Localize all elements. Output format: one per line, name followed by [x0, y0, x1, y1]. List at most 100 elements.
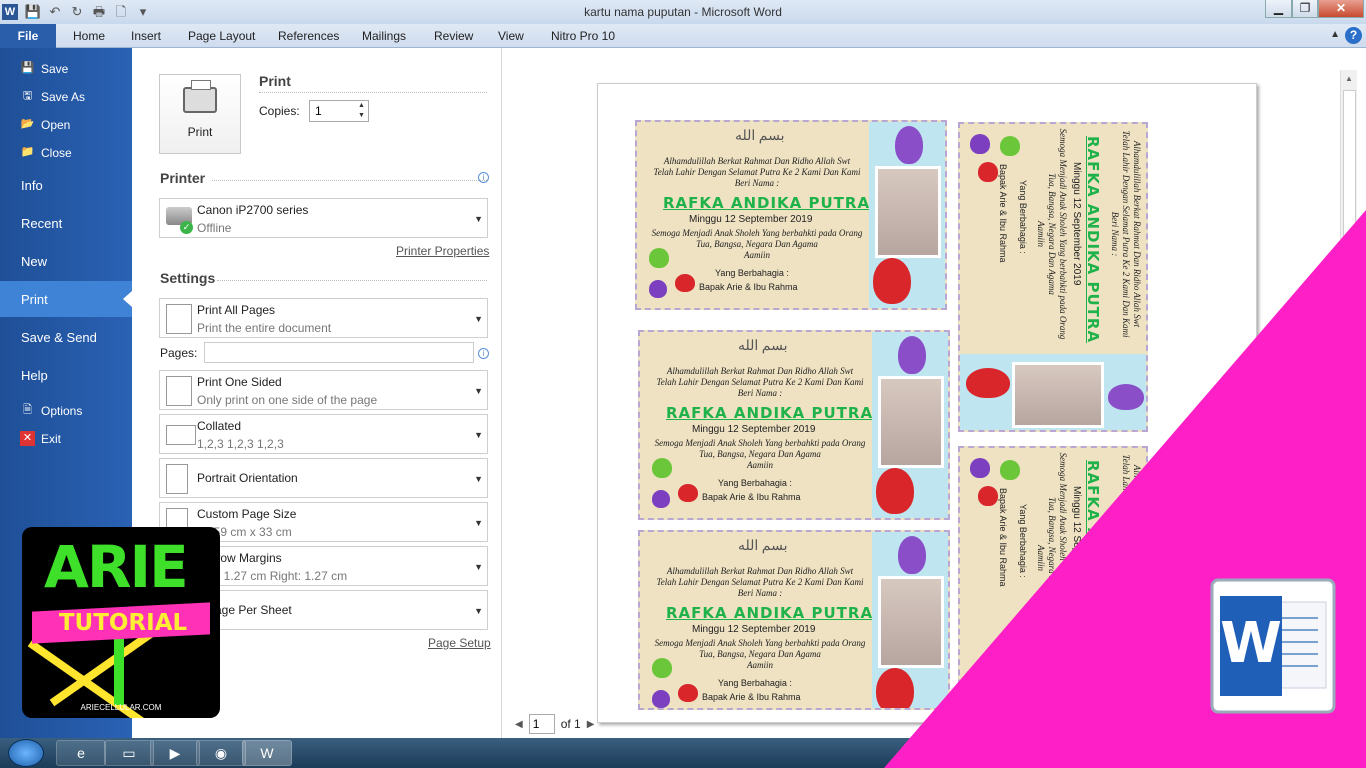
card-line: Beri Nama : — [734, 178, 780, 188]
heart-icon — [898, 536, 926, 574]
collated-icon — [166, 425, 196, 445]
card-line: Telah Lahir Dengan Selamat Putra Ke 2 Ka… — [653, 167, 861, 177]
card-line: Semoga Menjadi Anak Sholeh Yang berbahkt… — [654, 638, 866, 648]
chrome-icon[interactable]: ◉ — [196, 740, 246, 766]
heart-icon — [876, 468, 914, 514]
backstage-save-as[interactable]: 🖫 Save As — [20, 89, 85, 104]
backstage-options-label: Options — [41, 403, 83, 418]
explorer-folder-icon[interactable]: ▭ — [104, 740, 154, 766]
copies-spinner[interactable]: ▲ ▼ — [358, 101, 368, 121]
backstage-info[interactable]: Info — [21, 178, 43, 193]
backstage-close[interactable]: 📁 Close — [20, 145, 72, 160]
card-text: Semoga Menjadi Anak Sholeh Yang berbahkt… — [644, 438, 876, 471]
window-controls: ▁ ❐ ✕ — [1265, 0, 1364, 18]
card-text: Alhamdulillah Berkat Rahmat Dan Ridho Al… — [644, 366, 876, 399]
copies-label: Copies: — [259, 104, 300, 118]
window-title: kartu nama puputan - Microsoft Word — [584, 5, 782, 19]
minimize-button[interactable]: ▁ — [1265, 0, 1292, 18]
next-page-icon[interactable]: ▶ — [587, 719, 595, 730]
scroll-up-icon[interactable]: ▲ — [1345, 74, 1353, 83]
tab-home[interactable]: Home — [73, 29, 105, 43]
portrait-icon — [166, 464, 188, 494]
page-number-input[interactable] — [528, 714, 555, 734]
chevron-down-icon: ▼ — [474, 314, 483, 324]
card-greeting: Yang Berbahagia : — [1018, 504, 1028, 578]
print-range-dropdown[interactable]: Print All Pages Print the entire documen… — [159, 298, 488, 338]
info-icon[interactable]: i — [478, 172, 489, 183]
heart-icon — [898, 336, 926, 374]
word-taskbar-icon[interactable]: W — [242, 740, 292, 766]
sides-dropdown[interactable]: Print One Sided Only print on one side o… — [159, 370, 488, 410]
help-icon[interactable]: ? — [1345, 27, 1362, 44]
save-as-icon: 🖫 — [22, 90, 33, 102]
minimize-ribbon-icon[interactable]: ▲ — [1330, 29, 1340, 40]
pages-icon — [166, 304, 192, 334]
card-line: Tua, Bangsa, Negara Dan Agama — [696, 239, 818, 249]
card-text: Alhamdulillah Berkat Rahmat Dan Ridho Al… — [641, 156, 873, 189]
logo-site-text: ARIECELLULAR.COM — [80, 703, 162, 712]
printer-name: Canon iP2700 series — [197, 203, 309, 217]
orientation-dropdown[interactable]: Portrait Orientation ▼ — [159, 458, 488, 498]
internet-explorer-icon[interactable]: e — [56, 740, 106, 766]
tab-view[interactable]: View — [498, 29, 524, 43]
collated-sub: 1,2,3 1,2,3 1,2,3 — [197, 437, 284, 451]
backstage-print[interactable]: Print — [21, 292, 48, 307]
info-icon[interactable]: i — [478, 348, 489, 359]
previous-page-icon[interactable]: ◀ — [515, 719, 523, 730]
exit-icon: ✕ — [20, 431, 35, 446]
printer-dropdown[interactable]: ✓ Canon iP2700 series Offline ▼ — [159, 198, 488, 238]
card-line: Telah Lahir Dengan Selamat Putra Ke 2 Ka… — [1121, 130, 1131, 338]
backstage-exit[interactable]: ✕ Exit — [20, 431, 61, 446]
backstage-print-highlight — [0, 281, 132, 317]
one-sided-sub: Only print on one side of the page — [197, 393, 378, 407]
card-text: Semoga Menjadi Anak Sholeh Yang berbahkt… — [641, 228, 873, 261]
tab-page-layout[interactable]: Page Layout — [188, 29, 255, 43]
card-text: Semoga Menjadi Anak Sholeh Yang berbahkt… — [644, 638, 876, 671]
tab-nitro-pro[interactable]: Nitro Pro 10 — [551, 29, 615, 43]
card-parents: Bapak Arie & Ibu Rahma — [998, 488, 1008, 587]
tab-references[interactable]: References — [278, 29, 339, 43]
backstage-help[interactable]: Help — [21, 368, 48, 383]
tab-review[interactable]: Review — [434, 29, 473, 43]
heart-icon — [652, 490, 670, 508]
card-line: Tua, Bangsa, Negara Dan Agama — [699, 649, 821, 659]
heart-icon — [978, 486, 998, 506]
page-size-label: Custom Page Size — [197, 507, 297, 521]
baby-photo — [875, 166, 941, 258]
tutorial-text: TUTORIAL — [58, 610, 188, 636]
save-icon: 💾 — [20, 62, 35, 74]
backstage-options[interactable]: 🗎 Options — [20, 403, 82, 418]
media-player-icon[interactable]: ▶ — [150, 740, 200, 766]
card-parents: Bapak Arie & Ibu Rahma — [702, 492, 801, 502]
card-line: Semoga Menjadi Anak Sholeh Yang berbahkt… — [1058, 128, 1068, 340]
close-window-button[interactable]: ✕ — [1318, 0, 1364, 18]
page-setup-link[interactable]: Page Setup — [428, 636, 491, 650]
maximize-button[interactable]: ❐ — [1292, 0, 1318, 18]
chevron-down-icon: ▼ — [474, 606, 483, 616]
heart-icon — [1000, 136, 1020, 156]
printer-properties-link[interactable]: Printer Properties — [396, 244, 489, 258]
collation-dropdown[interactable]: Collated 1,2,3 1,2,3 1,2,3 ▼ — [159, 414, 488, 454]
heart-icon — [652, 458, 672, 478]
start-button[interactable] — [8, 739, 44, 767]
pages-input[interactable] — [204, 342, 474, 363]
backstage-new[interactable]: New — [21, 254, 47, 269]
tab-insert[interactable]: Insert — [131, 29, 161, 43]
card-line: Alhamdulillah Berkat Rahmat Dan Ridho Al… — [1132, 140, 1142, 328]
backstage-save[interactable]: 💾 Save — [20, 61, 69, 76]
card-line: Aamiin — [1036, 221, 1046, 247]
chevron-down-icon: ▼ — [474, 474, 483, 484]
card-text: Alhamdulillah Berkat Rahmat Dan Ridho Al… — [1109, 124, 1142, 350]
card-line: Beri Nama : — [737, 588, 783, 598]
card-greeting: Yang Berbahagia : — [715, 268, 789, 278]
collated-label: Collated — [197, 419, 242, 433]
printer-status: Offline — [197, 221, 232, 235]
backstage-open[interactable]: 📂 Open — [20, 117, 71, 132]
chevron-down-icon: ▼ — [474, 562, 483, 572]
tab-mailings[interactable]: Mailings — [362, 29, 406, 43]
backstage-save-label: Save — [41, 61, 69, 76]
print-button[interactable]: Print — [159, 74, 241, 154]
backstage-save-send[interactable]: Save & Send — [21, 330, 97, 345]
tab-file[interactable]: File — [0, 24, 56, 48]
backstage-recent[interactable]: Recent — [21, 216, 62, 231]
